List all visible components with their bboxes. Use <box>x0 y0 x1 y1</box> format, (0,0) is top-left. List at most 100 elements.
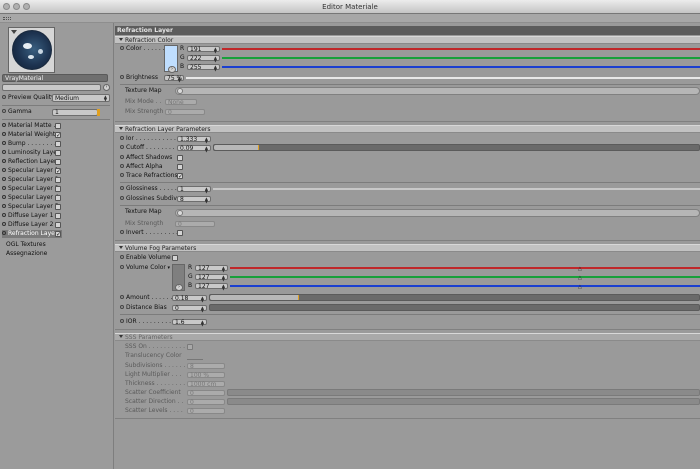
thickness-input[interactable]: 1000 cm <box>187 381 225 388</box>
refraction-b-input[interactable]: 255 ▲ ▼ <box>187 64 220 72</box>
volume-fog-section[interactable]: Volume Fog Parameters <box>115 244 700 252</box>
amount-input[interactable]: 0.18 ▲ ▼ <box>172 295 207 303</box>
volume-blue-slider[interactable] <box>230 285 700 287</box>
invert-checkbox[interactable] <box>177 230 183 236</box>
refraction-r-input[interactable]: 191 ▲ ▼ <box>187 46 220 54</box>
sidebar-item[interactable]: Specular Layer 5 <box>2 203 59 211</box>
sss-section[interactable]: SSS Parameters <box>115 333 700 341</box>
sidebar-item[interactable]: Luminosity Layer <box>2 149 59 157</box>
mix-strength-input[interactable]: 0 <box>175 221 215 228</box>
sidebar-item-checkbox[interactable]: ✓ <box>55 231 61 238</box>
sidebar-item-checkbox[interactable] <box>55 150 61 156</box>
scatter-coefficient-label: Scatter Coefficient <box>125 389 181 396</box>
light-multiplier-input[interactable]: 100 % <box>187 372 225 379</box>
material-scroll-field[interactable] <box>2 84 101 91</box>
sidebar-item[interactable]: Refraction Layer <box>2 230 62 238</box>
texture-map-slot[interactable] <box>175 209 700 217</box>
sidebar-item-checkbox[interactable] <box>55 141 61 147</box>
sidebar-item-checkbox[interactable] <box>55 195 61 201</box>
sidebar-item[interactable]: Specular Layer 1 <box>2 167 59 175</box>
sidebar-item-checkbox[interactable] <box>55 186 61 192</box>
sidebar-item-label: Diffuse Layer 2 . <box>8 221 58 228</box>
sidebar-item-label: Specular Layer 1 <box>8 167 59 174</box>
sss-on-checkbox[interactable] <box>187 344 193 350</box>
assegnazione-item[interactable]: Assegnazione <box>6 250 47 258</box>
sidebar-item-label: Specular Layer 4 <box>8 194 59 201</box>
blue-channel-slider[interactable] <box>222 66 700 68</box>
refraction-color-section[interactable]: Refraction Color <box>115 36 700 44</box>
brightness-input[interactable]: 75 % ▲ ▼ <box>164 75 184 83</box>
cutoff-slider-handle <box>257 145 259 150</box>
sidebar-item-checkbox[interactable] <box>55 159 61 165</box>
scroll-arrow-icon[interactable]: › <box>103 84 110 91</box>
slider-handle-icons[interactable]: △ △ △ <box>578 265 582 292</box>
sidebar-item-checkbox[interactable] <box>55 123 61 129</box>
affect-alpha-checkbox[interactable] <box>177 164 183 170</box>
scatter-direction-input[interactable]: 0 <box>187 399 225 406</box>
grip-icon[interactable] <box>3 17 11 20</box>
sidebar-item-checkbox[interactable] <box>55 213 61 219</box>
affect-shadows-checkbox[interactable] <box>177 155 183 161</box>
volume-red-slider[interactable] <box>230 267 700 269</box>
translucency-color-swatch[interactable] <box>187 353 203 360</box>
sidebar-item[interactable]: Diffuse Layer 2 . <box>2 221 57 229</box>
material-preview[interactable] <box>8 27 55 73</box>
volume-green-slider[interactable] <box>230 276 700 278</box>
scatter-coefficient-slider[interactable] <box>227 389 700 396</box>
scatter-direction-slider[interactable] <box>227 398 700 405</box>
refraction-g-input[interactable]: 222 ▲ ▼ <box>187 55 220 63</box>
preview-menu-icon[interactable] <box>11 30 17 34</box>
sidebar-item[interactable]: Material Matte . . <box>2 122 59 130</box>
material-name-field[interactable]: VrayMaterial <box>2 74 108 82</box>
mix-strength-label: Mix Strength <box>125 108 164 115</box>
glossiness-slider[interactable] <box>213 188 700 190</box>
mix-strength-input[interactable]: 0 <box>165 109 205 116</box>
scatter-coefficient-input[interactable]: 0 <box>187 390 225 397</box>
cutoff-slider[interactable] <box>213 144 700 151</box>
distance-bias-slider[interactable] <box>209 304 700 311</box>
sidebar-item[interactable]: Specular Layer 2 <box>2 176 59 184</box>
sidebar-item-checkbox[interactable] <box>55 204 61 210</box>
red-channel-slider[interactable] <box>222 48 700 50</box>
enable-volume-checkbox[interactable] <box>172 255 178 261</box>
sidebar-item[interactable]: Diffuse Layer 1 . <box>2 212 57 220</box>
volume-b-input[interactable]: 127 ▲ ▼ <box>195 283 228 291</box>
distance-bias-input[interactable]: 0 ▲ ▼ <box>172 305 207 313</box>
cutoff-input[interactable]: 0.09 ▲ ▼ <box>177 145 211 153</box>
gamma-input[interactable]: 1 <box>52 109 98 116</box>
subdivisions-input[interactable]: 8 <box>187 363 225 370</box>
volume-color-picker-button[interactable]: › <box>175 284 183 291</box>
brightness-slider[interactable] <box>186 77 700 79</box>
texture-map-slot[interactable] <box>175 87 700 95</box>
scatter-levels-input[interactable]: 0 <box>187 408 225 415</box>
sidebar-item-checkbox[interactable]: ✓ <box>55 168 61 175</box>
trace-refractions-checkbox[interactable]: ✓ <box>177 173 183 180</box>
sidebar-item[interactable]: Specular Layer 4 <box>2 194 59 202</box>
volume-g-input[interactable]: 127 ▲ ▼ <box>195 274 228 282</box>
refraction-params-section[interactable]: Refraction Layer Parameters <box>115 125 700 133</box>
sidebar-item-checkbox[interactable] <box>55 177 61 183</box>
sidebar-item[interactable]: Specular Layer 3 <box>2 185 59 193</box>
collapse-arrow-icon <box>119 335 123 338</box>
mix-mode-select[interactable]: None <box>165 99 197 106</box>
glossiness-input[interactable]: 1 ▲ ▼ <box>177 186 211 194</box>
gamma-slider-mark[interactable] <box>97 109 100 116</box>
ior-input[interactable]: 1.333 ▲ ▼ <box>177 136 211 144</box>
color-picker-button[interactable]: › <box>168 66 176 73</box>
sidebar-item[interactable]: Reflection Layer <box>2 158 57 166</box>
volume-r-input[interactable]: 127 ▲ ▼ <box>195 265 228 273</box>
ogl-textures-item[interactable]: OGL Textures <box>6 241 46 249</box>
green-channel-slider[interactable] <box>222 57 700 59</box>
volume-ior-input[interactable]: 1.6 ▲ ▼ <box>172 319 207 327</box>
preview-quality-select[interactable]: Medium ▲ ▼ <box>52 94 110 102</box>
bullet-icon <box>2 159 6 163</box>
sidebar-item[interactable]: Material Weight <box>2 131 55 139</box>
amount-slider-fill <box>210 295 299 300</box>
amount-slider[interactable] <box>209 294 700 301</box>
sidebar-item-checkbox[interactable]: ✓ <box>55 132 61 139</box>
sidebar-item-checkbox[interactable] <box>55 222 61 228</box>
sidebar-item-label: Specular Layer 5 <box>8 203 59 210</box>
sidebar-item[interactable]: Bump . . . . . . . . <box>2 140 56 148</box>
glossiness-subdivs-input[interactable]: 8 ▲ ▼ <box>177 196 211 204</box>
window-title: Editor Materiale <box>322 3 378 11</box>
